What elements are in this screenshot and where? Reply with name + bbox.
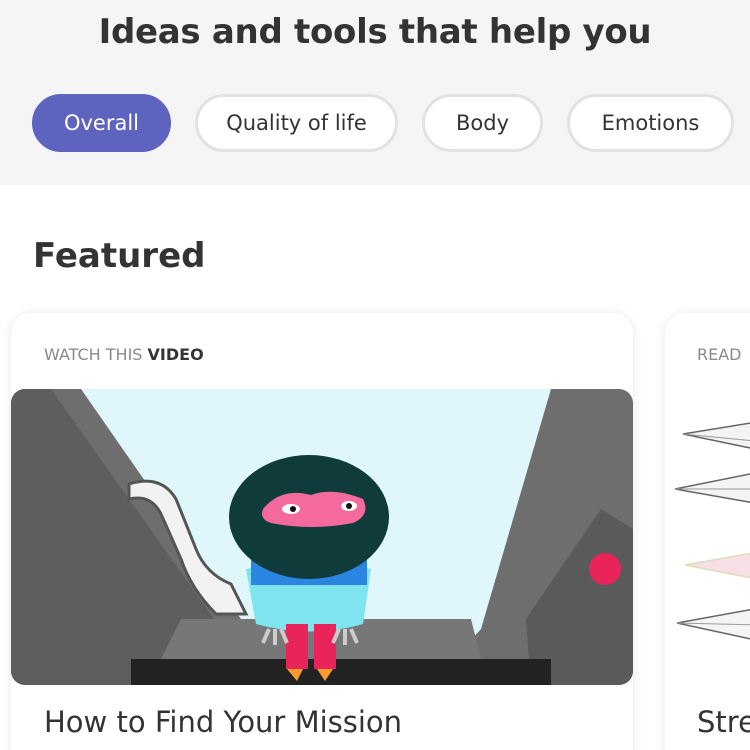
top-section: Ideas and tools that help you Overall Qu… [0,0,750,185]
featured-heading: Featured [33,236,206,276]
paper-planes-illustration [665,389,750,685]
card-type-label: READ [697,345,742,364]
card-title: How to Find Your Mission [44,705,403,739]
card-type-label: WATCH THIS VIDEO [44,345,204,364]
card-type-emphasis: VIDEO [147,345,204,364]
featured-card-video[interactable]: WATCH THIS VIDEO How to Find Your Missio… [11,313,633,750]
page-title: Ideas and tools that help you [98,12,652,52]
filter-chip-overall[interactable]: Overall [32,94,171,152]
featured-card-read[interactable]: READ Stre [665,313,750,750]
video-thumbnail[interactable] [11,389,633,685]
filter-chip-emotions[interactable]: Emotions [567,94,734,152]
video-thumbnail-illustration [11,389,633,685]
card-type-prefix: WATCH THIS [44,345,148,364]
paper-planes-image[interactable] [665,389,750,685]
card-type-prefix: READ [697,345,742,364]
card-title: Stre [697,705,750,739]
filter-chip-body[interactable]: Body [422,94,543,152]
filter-chip-quality-of-life[interactable]: Quality of life [195,94,398,152]
